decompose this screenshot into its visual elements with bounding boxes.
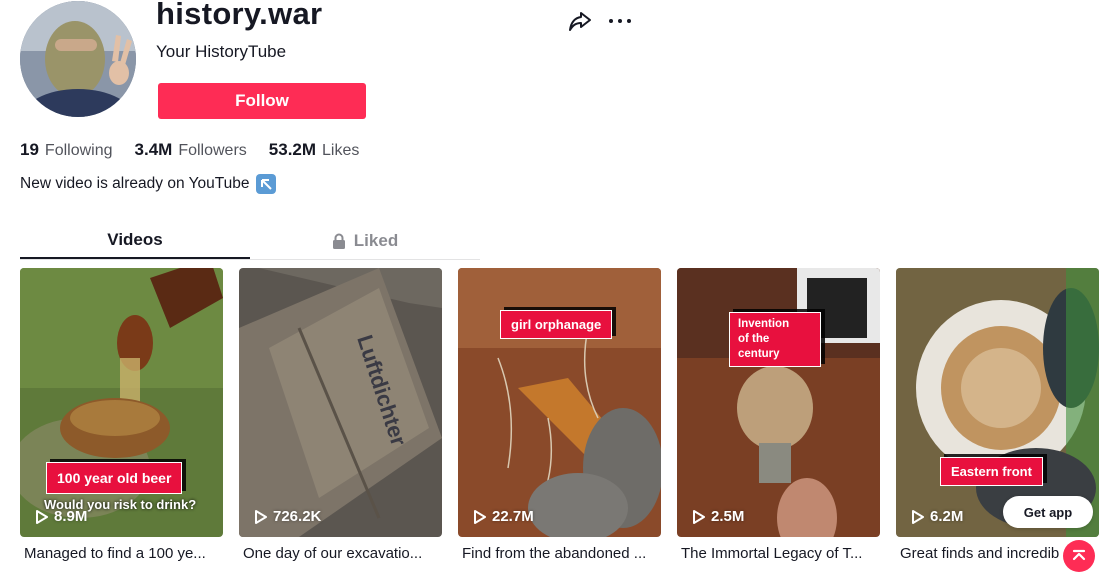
play-icon — [255, 509, 267, 524]
video-caption[interactable]: The Immortal Legacy of T... — [677, 545, 880, 562]
video-thumbnail[interactable]: girl orphanage 22.7M — [458, 268, 661, 537]
video-grid: 100 year old beer Would you risk to drin… — [20, 268, 1099, 562]
likes-label: Likes — [322, 142, 360, 159]
tab-liked[interactable]: Liked — [250, 222, 480, 259]
tab-liked-label: Liked — [353, 230, 399, 250]
stat-likes: 53.2M Likes — [269, 140, 360, 160]
video-card[interactable]: Invention of the century 2.5M The Immort… — [677, 268, 880, 562]
share-icon[interactable] — [567, 8, 593, 34]
video-badge: Invention of the century — [729, 312, 821, 367]
nickname: Your HistoryTube — [156, 42, 287, 61]
bio: New video is already on YouTube — [20, 174, 276, 194]
lock-icon — [332, 233, 346, 249]
video-card[interactable]: 100 year old beer Would you risk to drin… — [20, 268, 223, 562]
video-card[interactable]: Luftdichter 726.2K One day of our excava… — [239, 268, 442, 562]
stat-followers[interactable]: 3.4M Followers — [135, 140, 247, 160]
profile-stats: 19 Following 3.4M Followers 53.2M Likes — [20, 140, 359, 160]
play-icon — [693, 509, 705, 524]
bio-text: New video is already on YouTube — [20, 175, 250, 192]
video-thumbnail[interactable]: 100 year old beer Would you risk to drin… — [20, 268, 223, 537]
video-thumbnail[interactable]: Luftdichter 726.2K — [239, 268, 442, 537]
tab-videos[interactable]: Videos — [20, 222, 250, 259]
username: history.war — [156, 0, 323, 31]
avatar-image — [20, 1, 136, 117]
video-caption[interactable]: Managed to find a 100 ye... — [20, 545, 223, 562]
avatar[interactable] — [20, 1, 136, 117]
stat-following[interactable]: 19 Following — [20, 140, 113, 160]
video-view-count: 8.9M — [36, 508, 87, 525]
video-badge: girl orphanage — [500, 310, 613, 339]
views-text: 2.5M — [711, 508, 745, 525]
video-caption[interactable]: One day of our excavatio... — [239, 545, 442, 562]
badge-line-2: of the century — [738, 333, 780, 360]
video-thumbnail[interactable]: Invention of the century 2.5M — [677, 268, 880, 537]
video-badge: Eastern front — [940, 457, 1043, 486]
following-count: 19 — [20, 140, 39, 159]
likes-count: 53.2M — [268, 140, 317, 159]
views-text: 6.2M — [930, 508, 964, 525]
profile-tabs: Videos Liked — [20, 222, 480, 260]
video-view-count: 6.2M — [912, 508, 963, 525]
play-icon — [912, 509, 924, 524]
get-app-button[interactable]: Get app — [1003, 496, 1093, 528]
views-text: 726.2K — [273, 508, 322, 525]
video-view-count: 726.2K — [255, 508, 321, 525]
up-left-arrow-icon — [255, 174, 276, 194]
play-icon — [474, 509, 486, 524]
views-text: 22.7M — [492, 508, 534, 525]
video-caption[interactable]: Find from the abandoned ... — [458, 545, 661, 562]
followers-label: Followers — [178, 142, 247, 159]
video-view-count: 2.5M — [693, 508, 744, 525]
follow-button[interactable]: Follow — [158, 83, 366, 119]
video-view-count: 22.7M — [474, 508, 534, 525]
play-icon — [36, 509, 48, 524]
followers-count: 3.4M — [134, 140, 173, 159]
more-options-icon[interactable] — [607, 8, 633, 34]
following-label: Following — [44, 142, 113, 159]
tab-videos-label: Videos — [107, 229, 163, 249]
arrow-up-icon[interactable] — [1063, 540, 1095, 572]
views-text: 8.9M — [54, 508, 88, 525]
video-card[interactable]: girl orphanage 22.7M Find from the aband… — [458, 268, 661, 562]
video-badge: 100 year old beer — [46, 462, 183, 494]
badge-line-1: Invention — [738, 318, 790, 330]
